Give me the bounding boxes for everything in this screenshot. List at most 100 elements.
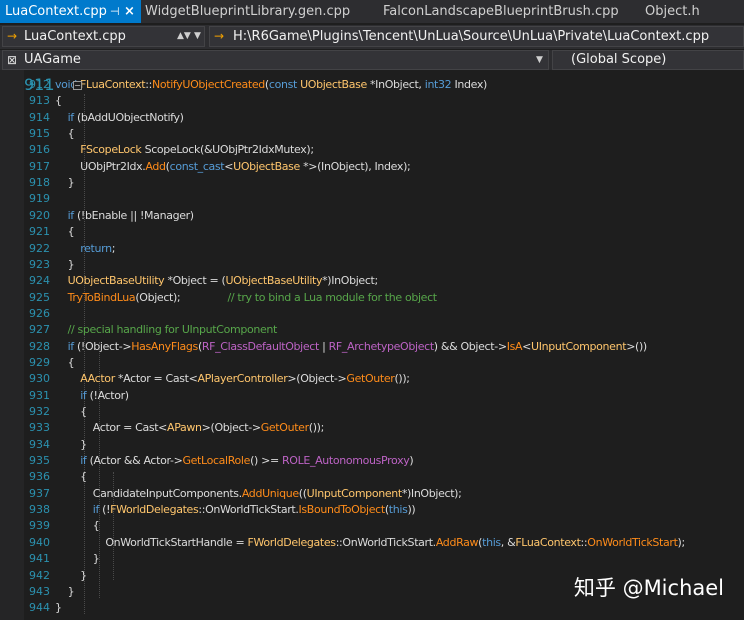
code-text: } bbox=[55, 584, 75, 600]
code-token: ()); bbox=[308, 421, 325, 435]
code-token: ::OnWorldTickStart. bbox=[198, 503, 299, 517]
code-line[interactable]: 932 { bbox=[0, 404, 744, 420]
code-line[interactable]: 912 void FLuaContext::NotifyUObjectCreate… bbox=[0, 77, 744, 93]
line-number: 935 bbox=[29, 454, 50, 468]
code-line[interactable]: 928 if (!Object->HasAnyFlags(RF_ClassDef… bbox=[0, 339, 744, 355]
chevron-down-icon[interactable]: ▼ bbox=[194, 27, 201, 46]
code-line[interactable]: 923 } bbox=[0, 257, 744, 273]
code-line[interactable]: 920 if (!bEnable || !Manager) bbox=[0, 208, 744, 224]
tab-falconlandscapeblueprintbrush-cpp[interactable]: FalconLandscapeBlueprintBrush.cpp bbox=[383, 0, 623, 23]
code-token: (bAddUObjectNotify) bbox=[73, 110, 184, 124]
code-line[interactable]: 929 { bbox=[0, 355, 744, 371]
close-icon[interactable]: × bbox=[124, 0, 135, 23]
project-combo[interactable]: ⊠ UAGame ▼ bbox=[2, 50, 549, 70]
code-token: } bbox=[55, 437, 87, 451]
code-line[interactable]: 939 { bbox=[0, 518, 744, 534]
code-text: if (!Object->HasAnyFlags(RF_ClassDefault… bbox=[55, 339, 648, 355]
code-token: ) bbox=[409, 454, 414, 468]
code-line[interactable]: 925 TryToBindLua(Object); // try to bind… bbox=[0, 290, 744, 306]
code-line[interactable]: 921 { bbox=[0, 224, 744, 240]
line-number: 918 bbox=[29, 176, 50, 190]
code-token: IsA bbox=[506, 339, 523, 353]
code-line[interactable]: 931 if (!Actor) bbox=[0, 388, 744, 404]
code-line[interactable]: 935 if (Actor && Actor->GetLocalRole() >… bbox=[0, 453, 744, 469]
code-editor[interactable]: 911 912 void FLuaContext::NotifyUObjectCr… bbox=[0, 70, 744, 620]
code-text: if (!bEnable || !Manager) bbox=[55, 208, 195, 224]
code-line[interactable]: 915 { bbox=[0, 126, 744, 142]
code-token: } bbox=[55, 584, 75, 598]
code-text: { bbox=[55, 224, 75, 240]
code-text: { bbox=[55, 518, 100, 534]
arrow-right-icon: → bbox=[214, 29, 225, 43]
code-line[interactable]: 922 return; bbox=[0, 241, 744, 257]
code-token: } bbox=[55, 176, 75, 190]
code-token: IsBoundToObject bbox=[298, 503, 386, 517]
code-text: AActor *Actor = Cast<APlayerController>(… bbox=[55, 371, 410, 387]
code-token: FLuaContext bbox=[515, 535, 581, 549]
code-text: return; bbox=[55, 241, 115, 257]
code-token: Add bbox=[145, 159, 166, 173]
code-token: // try to bind a Lua module for the obje… bbox=[180, 290, 437, 304]
code-text: if (Actor && Actor->GetLocalRole() >= RO… bbox=[55, 453, 414, 469]
code-token: CandidateInputComponents. bbox=[55, 486, 242, 500]
scope-combo[interactable]: (Global Scope) bbox=[552, 50, 744, 70]
code-line[interactable]: 940 OnWorldTickStartHandle = FWorldDeleg… bbox=[0, 535, 744, 551]
code-line[interactable]: 933 Actor = Cast<APawn>(Object->GetOuter… bbox=[0, 420, 744, 436]
code-text: if (!FWorldDelegates::OnWorldTickStart.I… bbox=[55, 502, 416, 518]
tab-luacontext-cpp[interactable]: LuaContext.cpp ⊣ × bbox=[0, 0, 141, 23]
code-line[interactable]: 938 if (!FWorldDelegates::OnWorldTickSta… bbox=[0, 502, 744, 518]
code-token: NotifyUObjectCreated bbox=[151, 78, 265, 91]
code-token: const bbox=[268, 78, 297, 91]
code-line[interactable]: 944} bbox=[0, 600, 744, 616]
code-token: *Actor = Cast< bbox=[114, 372, 198, 386]
code-line[interactable]: 941 } bbox=[0, 551, 744, 567]
code-text: { bbox=[55, 93, 62, 109]
code-line[interactable]: 927 // special handling for UInputCompon… bbox=[0, 322, 744, 338]
stepper-icon[interactable]: ▲▼ bbox=[177, 27, 191, 46]
code-token: { bbox=[55, 405, 87, 418]
line-number: 913 bbox=[29, 94, 50, 108]
pin-icon[interactable]: ⊣ bbox=[110, 0, 120, 23]
code-token: ); bbox=[677, 535, 686, 549]
code-token: RF_ArchetypeObject bbox=[328, 339, 435, 353]
code-text: { bbox=[55, 126, 75, 142]
tab-object-h[interactable]: Object.h bbox=[645, 0, 740, 23]
line-number: 936 bbox=[29, 470, 50, 484]
code-line[interactable]: 926 bbox=[0, 306, 744, 322]
code-token: Index) bbox=[451, 78, 487, 91]
line-number: 930 bbox=[29, 372, 50, 386]
code-line[interactable]: 934 } bbox=[0, 437, 744, 453]
path-combo[interactable]: → H:\R6Game\Plugins\Tencent\UnLua\Source… bbox=[209, 26, 744, 47]
code-token: >(Object-> bbox=[201, 421, 261, 435]
code-line[interactable]: 917 UObjPtr2Idx.Add(const_cast<UObjectBa… bbox=[0, 159, 744, 175]
file-combo-value: LuaContext.cpp bbox=[24, 29, 126, 44]
file-combo[interactable]: → LuaContext.cpp ▲▼ ▼ bbox=[2, 26, 205, 47]
line-number: 938 bbox=[29, 503, 50, 517]
code-line[interactable]: 913 { bbox=[0, 93, 744, 109]
code-line[interactable]: 930 AActor *Actor = Cast<APlayerControll… bbox=[0, 371, 744, 387]
chevron-down-icon[interactable]: ▼ bbox=[536, 51, 543, 69]
code-token: ::OnWorldTickStart. bbox=[335, 535, 436, 549]
line-number: 931 bbox=[29, 388, 50, 402]
code-line[interactable]: 936 { bbox=[0, 469, 744, 485]
code-token: UObjPtr2Idx. bbox=[55, 159, 146, 173]
code-token: { bbox=[55, 470, 87, 484]
tab-label: FalconLandscapeBlueprintBrush.cpp bbox=[383, 4, 619, 19]
code-line[interactable]: 914 if (bAddUObjectNotify) bbox=[0, 110, 744, 126]
line-number: 917 bbox=[29, 159, 50, 173]
code-line[interactable]: 916 FScopeLock ScopeLock(&UObjPtr2IdxMut… bbox=[0, 142, 744, 158]
line-number: 942 bbox=[29, 568, 50, 582]
fold-toggle-icon[interactable]: − bbox=[73, 81, 82, 90]
code-line[interactable]: 937 CandidateInputComponents.AddUnique((… bbox=[0, 486, 744, 502]
tab-widgetblueprintlibrary-gen-cpp[interactable]: WidgetBlueprintLibrary.gen.cpp bbox=[145, 0, 365, 23]
code-line[interactable]: 919 bbox=[0, 191, 744, 207]
line-number: 912 bbox=[29, 78, 50, 91]
code-token: FWorldDelegates bbox=[110, 503, 199, 517]
code-line[interactable]: 924 UObjectBaseUtility *Object = (UObjec… bbox=[0, 273, 744, 289]
scope-bar: ⊠ UAGame ▼ (Global Scope) bbox=[0, 50, 744, 70]
code-line[interactable]: 918 } bbox=[0, 175, 744, 191]
code-token: GetLocalRole bbox=[182, 454, 251, 468]
